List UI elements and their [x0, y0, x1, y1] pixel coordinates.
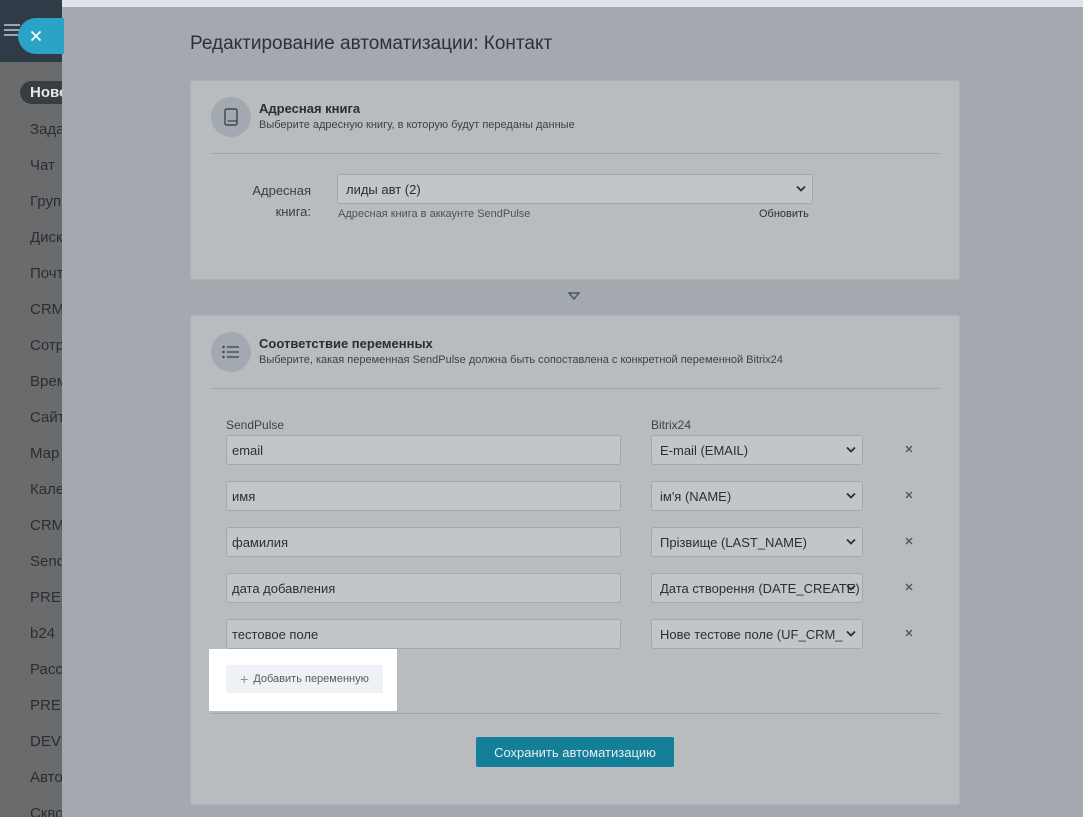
sendpulse-variable-input[interactable]: тестовое поле — [226, 619, 621, 649]
add-variable-highlight: + Добавить переменную — [209, 649, 397, 711]
address-book-title: Адресная книга — [259, 101, 361, 116]
mapping-title: Соответствие переменных — [259, 336, 433, 351]
divider — [211, 153, 939, 154]
sidebar-item[interactable]: Врем — [30, 373, 62, 390]
bitrix-variable-value: Прізвище (LAST_NAME) — [660, 534, 807, 550]
sidebar-item[interactable]: Расс — [30, 661, 62, 678]
sidebar-item[interactable]: PRE — [30, 697, 61, 714]
bitrix-variable-value: ім'я (NAME) — [660, 488, 732, 504]
sendpulse-variable-input[interactable]: имя — [226, 481, 621, 511]
address-book-field-label: Адресная книга: — [252, 183, 311, 219]
remove-row-icon[interactable] — [904, 536, 914, 546]
sidebar-item[interactable]: Чат — [30, 157, 55, 174]
bitrix-variable-value: Нове тестове поле (UF_CRM_ — [660, 626, 843, 642]
sidebar-item[interactable]: Груп — [30, 193, 61, 210]
left-sidebar: Ново Зада Чат Груп Диск Почт CRM Сотр Вр… — [0, 62, 62, 817]
close-icon — [30, 30, 42, 42]
sidebar-item[interactable]: Send — [30, 553, 62, 570]
list-icon — [211, 332, 251, 372]
page-title: Редактирование автоматизации: Контакт — [190, 33, 553, 54]
address-book-card: Адресная книга Выберите адресную книгу, … — [190, 80, 960, 280]
panel-top-strip — [62, 0, 1083, 7]
sidebar-item[interactable]: CRM — [30, 517, 62, 534]
remove-row-icon[interactable] — [904, 490, 914, 500]
variable-mapping-card: Соответствие переменных Выберите, какая … — [190, 315, 960, 805]
book-icon — [211, 97, 251, 137]
address-book-subtitle: Выберите адресную книгу, в которую будут… — [259, 119, 575, 131]
bitrix-variable-value: Дата створення (DATE_CREATE) — [660, 580, 860, 596]
bitrix-variable-value: E-mail (EMAIL) — [660, 442, 749, 458]
chevron-down-icon — [846, 446, 856, 453]
divider — [211, 388, 939, 389]
chevron-down-icon — [796, 185, 806, 192]
sidebar-item[interactable]: Сотр — [30, 337, 62, 354]
refresh-link[interactable]: Обновить — [759, 208, 809, 220]
save-automation-button[interactable]: Сохранить автоматизацию — [476, 737, 674, 767]
sidebar-item[interactable]: Мар — [30, 445, 59, 462]
chevron-down-icon — [846, 584, 856, 591]
sidebar-item-active[interactable]: Ново — [20, 81, 62, 104]
sendpulse-column-header: SendPulse — [226, 418, 285, 432]
bitrix-variable-select[interactable]: ім'я (NAME) — [651, 481, 863, 511]
bitrix-variable-select[interactable]: Прізвище (LAST_NAME) — [651, 527, 863, 557]
sendpulse-variable-input[interactable]: дата добавления — [226, 573, 621, 603]
chevron-down-icon — [846, 492, 856, 499]
bitrix-column-header: Bitrix24 — [651, 418, 692, 432]
bitrix-variable-select[interactable]: E-mail (EMAIL) — [651, 435, 863, 465]
remove-row-icon[interactable] — [904, 628, 914, 638]
bitrix-variable-select[interactable]: Дата створення (DATE_CREATE) — [651, 573, 863, 603]
add-variable-label: Добавить переменную — [253, 673, 369, 685]
add-variable-button[interactable]: + Добавить переменную — [226, 665, 383, 693]
remove-row-icon[interactable] — [904, 582, 914, 592]
arrow-down-icon — [568, 292, 580, 301]
plus-icon: + — [240, 671, 249, 687]
mapping-subtitle: Выберите, какая переменная SendPulse дол… — [259, 354, 783, 366]
sendpulse-variable-input[interactable]: фамилия — [226, 527, 621, 557]
sidebar-item[interactable]: Авто — [30, 769, 62, 786]
divider — [211, 713, 939, 714]
close-slider-button[interactable] — [18, 18, 64, 54]
sidebar-item[interactable]: Зада — [30, 121, 62, 138]
chevron-down-icon — [846, 630, 856, 637]
address-book-select[interactable]: лиды авт (2) — [337, 174, 813, 204]
remove-row-icon[interactable] — [904, 444, 914, 454]
sidebar-item[interactable]: Скво — [30, 805, 62, 817]
sidebar-item[interactable]: DEV — [30, 733, 61, 750]
address-book-selected-value: лиды авт (2) — [346, 181, 421, 197]
bitrix-variable-select[interactable]: Нове тестове поле (UF_CRM_ — [651, 619, 863, 649]
address-book-hint: Адресная книга в аккаунте SendPulse — [338, 208, 531, 220]
sidebar-item[interactable]: Почт — [30, 265, 62, 282]
chevron-down-icon — [846, 538, 856, 545]
sidebar-item[interactable]: b24 — [30, 625, 55, 642]
sidebar-item[interactable]: Кале — [30, 481, 62, 498]
sidebar-item[interactable]: Сайт — [30, 409, 62, 426]
sidebar-item[interactable]: CRM — [30, 301, 62, 318]
sidebar-item[interactable]: PRE — [30, 589, 61, 606]
sidebar-item[interactable]: Диск — [30, 229, 62, 246]
sendpulse-variable-input[interactable]: email — [226, 435, 621, 465]
